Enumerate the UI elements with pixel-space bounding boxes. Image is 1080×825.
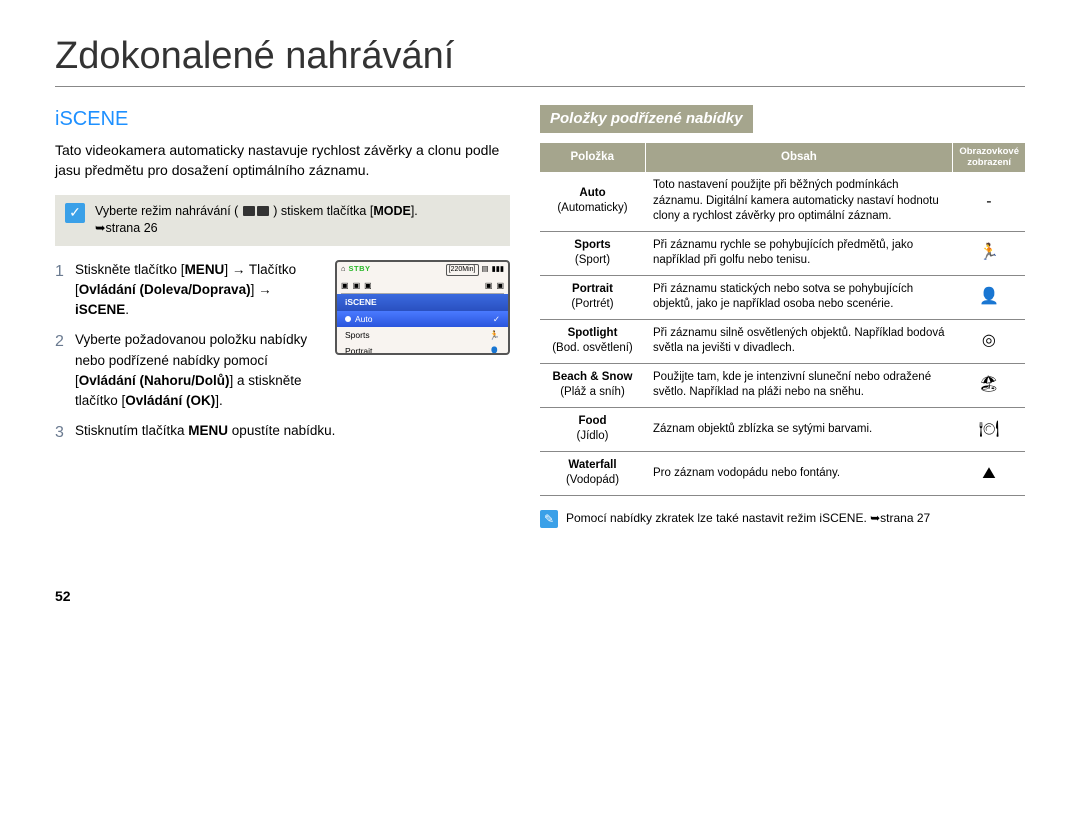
note-text: Vyberte režim nahrávání ( ) stiskem tlač… (95, 203, 418, 238)
table-row: Waterfall(Vodopád)Pro záznam vodopádu ne… (540, 451, 1025, 495)
table-row: Spotlight(Bod. osvětlení)Při záznamu sil… (540, 319, 1025, 363)
camera-lcd-figure: ⌂STBY [220Min]▤▮▮▮ ▣▣▣▣▣ iSCENE Auto✓ Sp… (335, 260, 510, 355)
table-row: Sports(Sport)Při záznamu rychle se pohyb… (540, 231, 1025, 275)
page-number: 52 (55, 588, 1025, 604)
lcd-item-sports: Sports🏃 (337, 327, 508, 343)
th-content: Obsah (645, 143, 953, 172)
lcd-item-auto: Auto✓ (337, 311, 508, 327)
battery-icon: ▮▮▮ (492, 264, 504, 275)
photo-mode-icon (257, 206, 269, 216)
check-icon: ✓ (65, 203, 85, 223)
iscene-table: Položka Obsah Obrazovkové zobrazení Auto… (540, 143, 1025, 496)
home-icon: ⌂ (341, 264, 346, 275)
page-title: Zdokonalené nahrávání (55, 35, 1025, 78)
note-box: ✓ Vyberte režim nahrávání ( ) stiskem tl… (55, 195, 510, 246)
note-icon: ✎ (540, 510, 558, 528)
table-row: Beach & Snow(Pláž a sníh)Použijte tam, k… (540, 363, 1025, 407)
lcd-remaining: [220Min] (446, 264, 479, 276)
lcd-stby: STBY (349, 264, 371, 275)
th-display: Obrazovkové zobrazení (953, 143, 1025, 172)
lcd-toolbar: ▣▣▣▣▣ (337, 278, 508, 294)
video-mode-icon (243, 206, 255, 216)
section-heading: iSCENE (55, 105, 510, 134)
table-row: Auto(Automaticky)Toto nastavení použijte… (540, 172, 1025, 231)
step-2: 2 Vyberte požadovanou položku nabídky ne… (55, 330, 325, 411)
lcd-item-portrait: Portrait👤 (337, 343, 508, 354)
tail-note: ✎ Pomocí nabídky zkratek lze také nastav… (540, 510, 1025, 528)
submenu-heading: Položky podřízené nabídky (540, 105, 753, 133)
card-icon: ▤ (482, 264, 489, 275)
table-row: Portrait(Portrét)Při záznamu statických … (540, 275, 1025, 319)
step-1: 1 Stiskněte tlačítko [MENU] → Tlačítko [… (55, 260, 325, 321)
title-divider (55, 86, 1025, 87)
table-row: Food(Jídlo)Záznam objektů zblízka se syt… (540, 407, 1025, 451)
lcd-menu-head: iSCENE (337, 294, 508, 310)
th-item: Položka (540, 143, 645, 172)
intro-text: Tato videokamera automaticky nastavuje r… (55, 140, 510, 181)
step-3: 3 Stisknutím tlačítka MENU opustíte nabí… (55, 421, 510, 444)
